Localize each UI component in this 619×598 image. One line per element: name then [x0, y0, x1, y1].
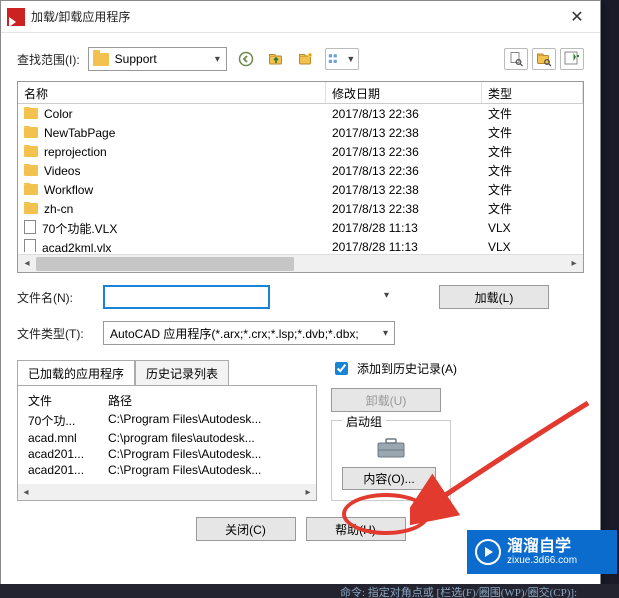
- startup-legend: 启动组: [342, 413, 386, 430]
- loaded-row[interactable]: acad.mnlC:\program files\autodesk...: [22, 430, 312, 446]
- lookin-label: 查找范围(I):: [17, 51, 80, 68]
- folder-icon: [24, 165, 38, 176]
- play-icon: [475, 539, 501, 565]
- file-row[interactable]: Workflow2017/8/13 22:38文件: [18, 180, 583, 199]
- loaded-row[interactable]: acad201...C:\Program Files\Autodesk...: [22, 462, 312, 478]
- scroll-right-icon[interactable]: ▸: [300, 484, 316, 500]
- loaded-row[interactable]: acad201...C:\Program Files\Autodesk...: [22, 446, 312, 462]
- scroll-left-icon[interactable]: ◂: [18, 484, 34, 500]
- watermark: 溜溜自学 zixue.3d66.com: [467, 530, 617, 574]
- chevron-down-icon[interactable]: ▾: [384, 290, 389, 301]
- file-icon: [24, 220, 36, 234]
- add-history-checkbox[interactable]: 添加到历史记录(A): [331, 359, 584, 378]
- scroll-left-icon[interactable]: ◂: [18, 255, 36, 273]
- dialog-title: 加载/卸载应用程序: [31, 8, 554, 25]
- contents-button[interactable]: 内容(O)...: [342, 467, 436, 490]
- status-hint: 命令: 指定对角点或 [栏选(F)/圈围(WP)/圈交(CP)]:: [0, 584, 619, 598]
- load-unload-dialog: 加载/卸载应用程序 ✕ 查找范围(I): Support ▾ ▼: [0, 0, 601, 585]
- file-list-header: 名称 修改日期 类型: [18, 82, 583, 104]
- filetype-label: 文件类型(T):: [17, 325, 93, 342]
- startup-group: 启动组 内容(O)...: [331, 420, 451, 501]
- add-history-label: 添加到历史记录(A): [357, 360, 457, 377]
- folder-icon: [24, 127, 38, 138]
- col-name[interactable]: 名称: [18, 82, 326, 103]
- filetype-combo[interactable]: AutoCAD 应用程序(*.arx;*.crx;*.lsp;*.dvb;*.d…: [103, 321, 395, 345]
- file-row[interactable]: Color2017/8/13 22:36文件: [18, 104, 583, 123]
- folder-icon: [24, 108, 38, 119]
- file-row[interactable]: NewTabPage2017/8/13 22:38文件: [18, 123, 583, 142]
- loaded-col-file: 文件: [28, 392, 108, 409]
- watermark-url: zixue.3d66.com: [507, 555, 577, 566]
- watermark-text: 溜溜自学: [507, 538, 577, 556]
- briefcase-icon: [376, 437, 406, 459]
- load-button[interactable]: 加载(L): [439, 285, 549, 309]
- views-icon[interactable]: ▼: [325, 48, 359, 70]
- new-folder-icon[interactable]: [295, 48, 317, 70]
- horizontal-scrollbar[interactable]: ◂ ▸: [18, 254, 583, 272]
- add-favorite-icon[interactable]: [560, 48, 584, 70]
- file-row[interactable]: zh-cn2017/8/13 22:38文件: [18, 199, 583, 218]
- scroll-right-icon[interactable]: ▸: [565, 255, 583, 273]
- file-row[interactable]: reprojection2017/8/13 22:36文件: [18, 142, 583, 161]
- lookin-combo[interactable]: Support ▾: [88, 47, 227, 71]
- filename-input[interactable]: [103, 285, 270, 309]
- col-type[interactable]: 类型: [482, 82, 583, 103]
- up-folder-icon[interactable]: [265, 48, 287, 70]
- loaded-apps-list[interactable]: 文件 路径 70个功...C:\Program Files\Autodesk..…: [17, 385, 317, 501]
- find-file-icon[interactable]: [504, 48, 528, 70]
- file-icon: [24, 239, 36, 252]
- file-row[interactable]: acad2kml.vlx2017/8/28 11:13VLX: [18, 237, 583, 252]
- file-row[interactable]: 70个功能.VLX2017/8/28 11:13VLX: [18, 218, 583, 237]
- chevron-down-icon: ▾: [383, 328, 388, 339]
- folder-icon: [24, 184, 38, 195]
- close-icon[interactable]: ✕: [554, 1, 600, 33]
- scroll-thumb[interactable]: [36, 257, 294, 271]
- tab-history[interactable]: 历史记录列表: [135, 360, 229, 386]
- file-list[interactable]: 名称 修改日期 类型 Color2017/8/13 22:36文件NewTabP…: [17, 81, 584, 273]
- folder-icon: [24, 146, 38, 157]
- titlebar: 加载/卸载应用程序 ✕: [1, 1, 600, 33]
- app-icon: [7, 8, 25, 26]
- unload-button[interactable]: 卸载(U): [331, 388, 441, 412]
- col-date[interactable]: 修改日期: [326, 82, 482, 103]
- add-history-input[interactable]: [335, 362, 348, 375]
- lookin-value: Support: [115, 52, 157, 66]
- locate-icon[interactable]: [532, 48, 556, 70]
- back-icon[interactable]: [235, 48, 257, 70]
- help-button[interactable]: 帮助(H): [306, 517, 406, 541]
- folder-icon: [24, 203, 38, 214]
- loaded-col-path: 路径: [108, 392, 132, 409]
- file-row[interactable]: Videos2017/8/13 22:36文件: [18, 161, 583, 180]
- tab-loaded-apps[interactable]: 已加载的应用程序: [17, 360, 135, 386]
- loaded-row[interactable]: 70个功...C:\Program Files\Autodesk...: [22, 411, 312, 430]
- filename-label: 文件名(N):: [17, 289, 93, 306]
- filetype-value: AutoCAD 应用程序(*.arx;*.crx;*.lsp;*.dvb;*.d…: [110, 325, 359, 342]
- folder-icon: [93, 53, 109, 66]
- close-button[interactable]: 关闭(C): [196, 517, 296, 541]
- chevron-down-icon: ▾: [215, 54, 220, 65]
- loaded-hscroll[interactable]: ◂ ▸: [18, 484, 316, 500]
